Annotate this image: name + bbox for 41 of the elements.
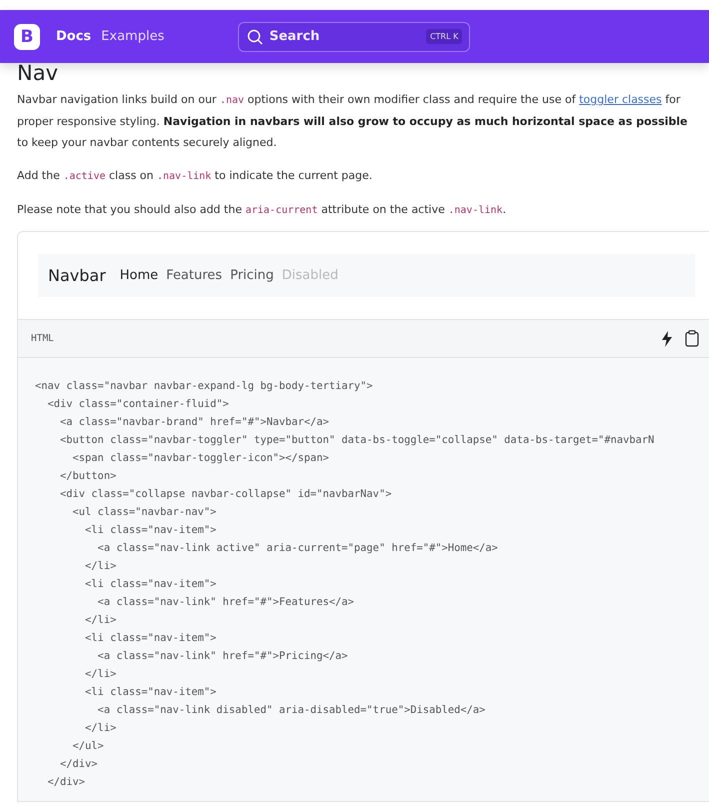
code-line: <div class="container-fluid"> bbox=[46, 397, 230, 412]
code-line: <button class="navbar-toggler" type="button" data-bs-toggle="collapse" data-bs-target="#navbarN bbox=[59, 433, 656, 448]
nav-link[interactable]: Home bbox=[120, 268, 158, 283]
code-line: <a class="nav-link" href="#">Features</a> bbox=[96, 595, 356, 610]
paragraph: Please note that you should also add the aria-current attribute on the active .nav-link. bbox=[17, 202, 508, 218]
code-line: <li class="nav-item"> bbox=[84, 577, 218, 592]
code-line: <a class="nav-link disabled" aria-disabled="true">Disabled</a> bbox=[96, 703, 486, 718]
toggler-link[interactable]: toggler classes bbox=[579, 93, 662, 106]
page-heading: Nav bbox=[17, 63, 60, 83]
code-line: </li> bbox=[84, 613, 118, 628]
code-line: <a class="nav-link" href="#">Pricing</a> bbox=[96, 649, 349, 664]
code-line: <ul class="navbar-nav"> bbox=[72, 505, 218, 520]
clipboard-icon[interactable] bbox=[685, 330, 699, 347]
code-line: <li class="nav-item"> bbox=[84, 685, 218, 700]
navbar-brand[interactable]: Navbar bbox=[48, 266, 106, 285]
code-line: </li> bbox=[84, 721, 118, 736]
brand-logo[interactable]: B bbox=[14, 24, 40, 50]
code-line: <li class="nav-item"> bbox=[84, 523, 218, 538]
language-label: HTML bbox=[31, 333, 55, 344]
code-line: </li> bbox=[84, 667, 118, 682]
code-line: <span class="navbar-toggler-icon"></span> bbox=[72, 451, 330, 466]
code-line: </div> bbox=[59, 757, 99, 772]
code-line: </li> bbox=[84, 559, 118, 574]
code-line: <a class="navbar-brand" href="#">Navbar</a> bbox=[59, 415, 330, 430]
code-line: </div> bbox=[46, 775, 86, 790]
code-line: <div class="collapse navbar-collapse" id="navbarNav"> bbox=[59, 487, 393, 502]
nav-link: Disabled bbox=[282, 268, 338, 283]
code-line: <li class="nav-item"> bbox=[84, 631, 218, 646]
lightning-icon[interactable] bbox=[661, 330, 673, 346]
shortcut-badge: CTRL K bbox=[426, 28, 462, 44]
nav-link[interactable]: Docs bbox=[56, 29, 92, 44]
nav-link[interactable]: Pricing bbox=[230, 268, 274, 283]
code-line: </button> bbox=[59, 469, 118, 484]
nav-link[interactable]: Examples bbox=[101, 29, 164, 44]
paragraph: Navbar navigation links build on our .nav options with their own modifier class and require the use of toggler classes for proper responsive styling. Navigation in navbars will also grow to occupy as much horizontal space as possible to keep your navbar contents securely aligned. bbox=[17, 92, 688, 151]
search-icon bbox=[247, 28, 264, 44]
paragraph: Add the .active class on .nav-link to indicate the current page. bbox=[17, 168, 374, 184]
code-line: <a class="nav-link active" aria-current="page" href="#">Home</a> bbox=[96, 541, 499, 556]
code-line: <nav class="navbar navbar-expand-lg bg-body-tertiary"> bbox=[35, 379, 374, 394]
nav-link[interactable]: Features bbox=[166, 268, 222, 283]
code-line: </ul> bbox=[72, 739, 105, 754]
